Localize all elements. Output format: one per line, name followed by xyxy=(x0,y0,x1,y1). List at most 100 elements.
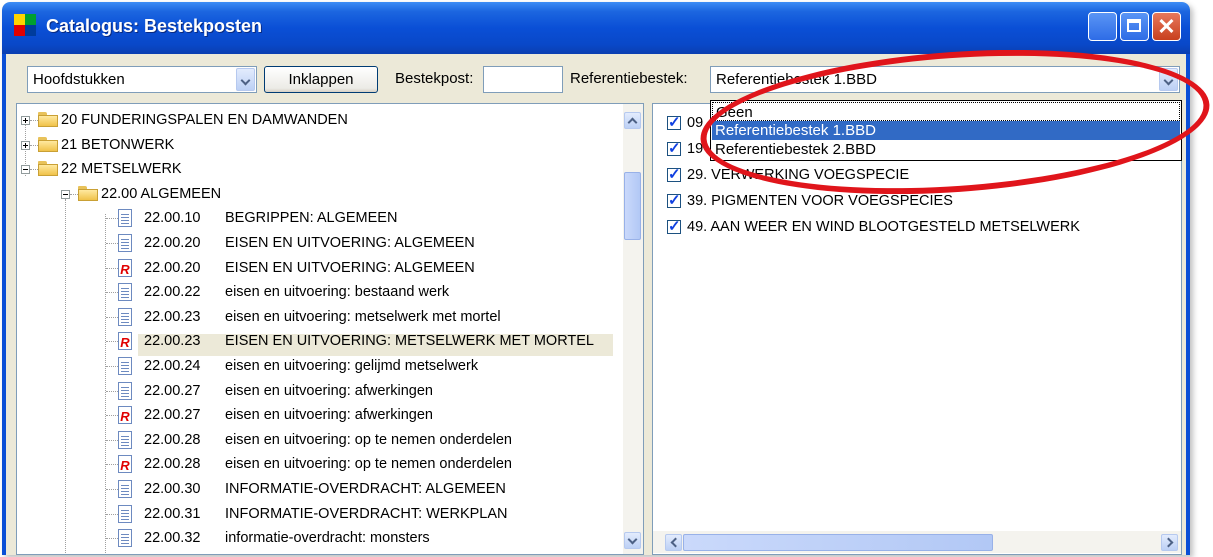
expand-icon[interactable] xyxy=(21,140,30,150)
scroll-up-button[interactable] xyxy=(624,112,641,129)
tree-chapter[interactable]: 21 BETONWERK xyxy=(17,133,617,158)
bestekpost-input[interactable] xyxy=(483,66,563,93)
item-title: EISEN EN UITVOERING: ALGEMEEN xyxy=(225,235,475,251)
tree-item[interactable]: R 22.00.27 eisen en uitvoering: afwerkinge… xyxy=(17,403,617,428)
item-code: 22.00.32 xyxy=(144,530,201,547)
item-title: eisen en uitvoering: afwerkingen xyxy=(225,407,433,424)
item-code: 22.00.28 xyxy=(144,456,201,473)
tree-item[interactable]: 22.00.24 eisen en uitvoering: gelijmd met… xyxy=(17,354,617,379)
title-bar[interactable]: Catalogus: Bestekposten ✕ xyxy=(2,2,1190,54)
scroll-right-button[interactable] xyxy=(1161,534,1178,551)
maximize-icon xyxy=(1127,19,1141,32)
paragraph-label: 49. AAN WEER EN WIND BLOOTGESTELD METSEL… xyxy=(687,219,1080,235)
item-code: 22.00.23 xyxy=(144,308,201,325)
tree-item[interactable]: 22.00.30 INFORMATIE-OVERDRACHT: ALGEMEEN xyxy=(17,477,617,502)
document-icon xyxy=(118,357,132,375)
close-button[interactable]: ✕ xyxy=(1152,12,1181,41)
chapter-tree: 20 FUNDERINGSPALEN EN DAMWANDEN 21 BETONW… xyxy=(16,103,644,555)
collapse-button[interactable]: Inklappen xyxy=(264,66,378,93)
item-code: 22.00.24 xyxy=(144,358,201,374)
tree-section[interactable]: 22.00 ALGEMEEN xyxy=(17,182,617,207)
reference-document-icon: R xyxy=(118,332,132,351)
tree-node-label: 21 BETONWERK xyxy=(61,136,175,153)
maximize-button[interactable] xyxy=(1120,12,1149,41)
folder-icon xyxy=(78,185,98,201)
document-icon xyxy=(118,209,132,228)
tree-chapter[interactable]: 20 FUNDERINGSPALEN EN DAMWANDEN xyxy=(17,108,617,133)
tree-node-label: 20 FUNDERINGSPALEN EN DAMWANDEN xyxy=(61,112,348,128)
minimize-button[interactable] xyxy=(1088,12,1117,41)
item-title: eisen en uitvoering: afwerkingen xyxy=(225,382,433,399)
window-title: Catalogus: Bestekposten xyxy=(46,16,263,36)
bestekpost-label: Bestekpost: xyxy=(395,70,474,87)
paragraph-label: 39. PIGMENTEN VOOR VOEGSPECIES xyxy=(687,193,953,209)
checkbox[interactable] xyxy=(667,165,681,183)
item-code: 22.00.20 xyxy=(144,259,201,276)
tree-item[interactable]: R 22.00.23 EISEN EN UITVOERING: METSELWERK… xyxy=(17,329,617,354)
scroll-left-button[interactable] xyxy=(665,534,682,551)
reference-document-icon: R xyxy=(118,455,132,474)
item-title: informatie-overdracht: monsters xyxy=(225,530,430,547)
tree-item[interactable]: 22.00.20 EISEN EN UITVOERING: ALGEMEEN xyxy=(17,231,617,256)
item-title: eisen en uitvoering: bestaand werk xyxy=(225,284,450,301)
tree-item[interactable]: 22.00.31 INFORMATIE-OVERDRACHT: WERKPLAN xyxy=(17,502,617,527)
paragraph-label: 09 xyxy=(687,115,704,131)
chevron-down-icon[interactable] xyxy=(236,68,255,91)
item-title: EISEN EN UITVOERING: ALGEMEEN xyxy=(225,259,475,276)
item-code: 22.00.28 xyxy=(144,431,201,448)
document-icon xyxy=(118,307,132,326)
item-title: eisen en uitvoering: op te nemen onderde… xyxy=(225,456,512,473)
tree-item[interactable]: R 22.00.28 eisen en uitvoering: op te neme… xyxy=(17,452,617,477)
reference-document-icon: R xyxy=(118,258,132,277)
tree-item[interactable]: 22.00.28 eisen en uitvoering: op te nemen… xyxy=(17,428,617,453)
item-code: 22.00.23 xyxy=(144,333,201,350)
referentiebestek-label: Referentiebestek: xyxy=(570,70,688,87)
tree-item[interactable]: 22.00.27 eisen en uitvoering: afwerkingen xyxy=(17,379,617,404)
collapse-icon[interactable] xyxy=(61,189,70,199)
tree-node-label: 22.00 ALGEMEEN xyxy=(101,185,222,202)
item-title: INFORMATIE-OVERDRACHT: WERKPLAN xyxy=(225,505,508,522)
item-title: eisen en uitvoering: op te nemen onderde… xyxy=(225,431,512,448)
checkbox[interactable] xyxy=(667,113,681,131)
tree-node-label: 22 METSELWERK xyxy=(61,161,182,178)
tree-chapter[interactable]: 22 METSELWERK xyxy=(17,157,617,182)
item-title: INFORMATIE-OVERDRACHT: ALGEMEEN xyxy=(225,481,506,497)
checkbox[interactable] xyxy=(667,139,681,157)
document-icon xyxy=(118,283,132,302)
folder-icon xyxy=(38,112,58,127)
scroll-down-button[interactable] xyxy=(624,532,641,549)
item-title: eisen en uitvoering: gelijmd metselwerk xyxy=(225,358,479,374)
expand-icon[interactable] xyxy=(21,116,30,125)
checkbox[interactable] xyxy=(667,191,681,209)
paragraph-item[interactable]: 49. AAN WEER EN WIND BLOOTGESTELD METSEL… xyxy=(667,216,1167,240)
collapse-icon[interactable] xyxy=(21,165,30,175)
tree-item[interactable]: 22.00.10 BEGRIPPEN: ALGEMEEN xyxy=(17,206,617,231)
reference-document-icon: R xyxy=(118,406,132,425)
checkbox[interactable] xyxy=(667,217,681,235)
app-icon xyxy=(14,14,36,36)
document-icon xyxy=(118,381,132,400)
item-code: 22.00.31 xyxy=(144,505,201,522)
scroll-thumb[interactable] xyxy=(624,172,641,240)
tree-vertical-scrollbar[interactable] xyxy=(623,104,643,554)
view-select[interactable]: Hoofdstukken xyxy=(27,66,257,93)
view-select-value: Hoofdstukken xyxy=(33,71,125,88)
horizontal-scroll-thumb[interactable] xyxy=(683,534,993,551)
tree-item[interactable]: R 22.00.20 EISEN EN UITVOERING: ALGEMEEN xyxy=(17,256,617,281)
tree-item[interactable]: 22.00.22 eisen en uitvoering: bestaand we… xyxy=(17,280,617,305)
document-icon xyxy=(118,480,132,498)
list-horizontal-scrollbar[interactable] xyxy=(653,531,1181,553)
tree-item[interactable]: 22.00.32 informatie-overdracht: monsters xyxy=(17,526,617,551)
item-code: 22.00.27 xyxy=(144,407,201,424)
document-icon xyxy=(118,430,132,449)
document-icon xyxy=(118,529,132,548)
tree-item[interactable]: 22.00.23 eisen en uitvoering: metselwerk … xyxy=(17,305,617,330)
item-title: BEGRIPPEN: ALGEMEEN xyxy=(225,210,398,227)
item-code: 22.00.30 xyxy=(144,481,201,497)
item-title: EISEN EN UITVOERING: METSELWERK MET MORT… xyxy=(225,333,594,350)
folder-icon xyxy=(38,136,58,152)
document-icon xyxy=(118,504,132,523)
item-code: 22.00.22 xyxy=(144,284,201,301)
item-code: 22.00.27 xyxy=(144,382,201,399)
item-code: 22.00.20 xyxy=(144,235,201,251)
